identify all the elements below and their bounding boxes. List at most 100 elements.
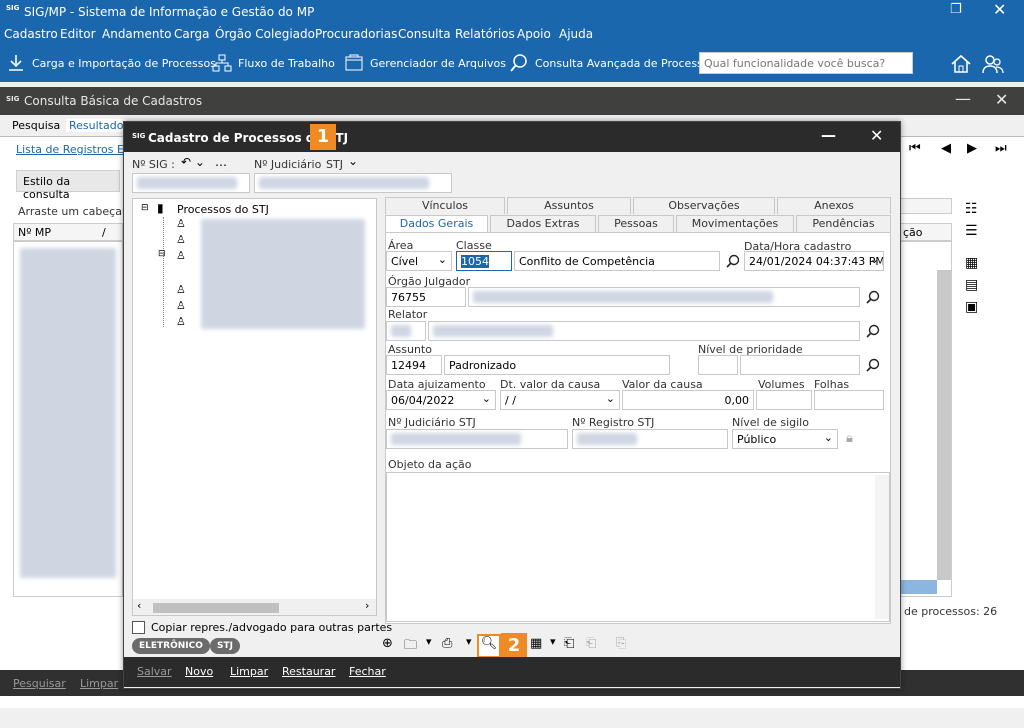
prev-page-icon[interactable]: ◀: [941, 141, 951, 156]
more-icon[interactable]: …: [215, 155, 227, 169]
print-icon[interactable]: ⎙: [442, 636, 452, 651]
prioridade-code-input[interactable]: [698, 355, 738, 375]
menu-apoio[interactable]: Apoio: [517, 27, 551, 41]
estilo-consulta-button[interactable]: Estilo da consulta: [16, 170, 120, 201]
relator-name-input[interactable]: [428, 321, 860, 341]
prioridade-desc-input[interactable]: [740, 355, 860, 375]
search-icon[interactable]: [866, 358, 880, 372]
folhas-input[interactable]: [814, 390, 884, 410]
menu-orgao-colegiado[interactable]: Órgão Colegiado: [215, 27, 315, 41]
carga-button[interactable]: Carga e Importação de Processos: [6, 44, 216, 82]
calendar-icon[interactable]: ▦: [530, 636, 542, 651]
add-process-icon[interactable]: ⊕: [382, 636, 393, 651]
nreg-stj-input[interactable]: [572, 429, 728, 449]
column-acao[interactable]: ção: [903, 226, 923, 239]
data-cadastro-input[interactable]: 24/01/2024 04:37:43 PM ⌄: [744, 251, 884, 271]
pesquisar-button[interactable]: Pesquisar: [13, 677, 66, 690]
scroll-left-icon[interactable]: ‹: [137, 599, 141, 612]
minimize-icon[interactable]: —: [821, 126, 836, 144]
menu-andamento[interactable]: Andamento: [102, 27, 172, 41]
tree-hscrollbar[interactable]: ‹ ›: [133, 599, 376, 615]
assunto-desc-input[interactable]: Padronizado: [444, 355, 670, 375]
volumes-input[interactable]: [756, 390, 812, 410]
tab-vinculos[interactable]: Vínculos: [385, 197, 505, 214]
close-icon[interactable]: ✕: [870, 126, 883, 145]
search-icon[interactable]: [866, 324, 880, 338]
column-nmp[interactable]: Nº MP: [18, 226, 51, 239]
classe-code-input[interactable]: 1054: [456, 251, 512, 271]
menu-cadastro[interactable]: Cadastro: [4, 27, 58, 41]
undo-icon[interactable]: ↶ ⌄: [181, 155, 205, 169]
tree-view-icon[interactable]: ☷: [965, 201, 978, 217]
salvar-button[interactable]: Salvar: [137, 665, 172, 678]
right-grid-body[interactable]: [900, 241, 952, 597]
tab-pendencias[interactable]: Pendências: [796, 215, 891, 232]
stack-icon[interactable]: ☰: [965, 223, 978, 239]
area-select[interactable]: Cível ⌄: [386, 251, 452, 271]
tree-root-label[interactable]: Processos do STJ: [177, 203, 269, 216]
classe-desc-input[interactable]: Conflito de Competência: [514, 251, 720, 271]
menu-procuradorias[interactable]: Procuradorias: [315, 27, 397, 41]
arquivos-button[interactable]: Gerenciador de Arquivos: [344, 44, 506, 82]
results-grid[interactable]: [13, 241, 123, 597]
tab-dados-gerais[interactable]: Dados Gerais: [385, 215, 488, 232]
search-icon[interactable]: [726, 254, 740, 268]
close-icon[interactable]: ✕: [995, 90, 1008, 109]
scroll-right-icon[interactable]: ›: [365, 599, 369, 612]
tab-resultado[interactable]: Resultado: [66, 119, 127, 132]
last-page-icon[interactable]: ⏭: [995, 141, 1007, 156]
next-page-icon[interactable]: ▶: [967, 141, 977, 156]
users-icon[interactable]: [982, 53, 1004, 75]
sigilo-select[interactable]: Público ⌄: [732, 429, 838, 449]
print-preview-icon[interactable]: ▣: [965, 299, 978, 315]
search-icon[interactable]: [866, 290, 880, 304]
orgao-desc-input[interactable]: [468, 287, 860, 307]
chevron-down-icon[interactable]: ⌄: [348, 154, 358, 168]
right-grid-scrollbar[interactable]: [937, 270, 951, 580]
tab-movimentacoes[interactable]: Movimentações: [676, 215, 794, 232]
textarea-scrollbar[interactable]: [875, 475, 889, 619]
report-icon[interactable]: ▤: [965, 277, 978, 293]
menu-editor[interactable]: Editor: [60, 27, 96, 41]
tree-collapse-icon[interactable]: ⊟: [141, 203, 149, 213]
njud-input[interactable]: [254, 173, 452, 193]
scroll-thumb[interactable]: [153, 603, 279, 613]
consulta-avancada-button[interactable]: Consulta Avançada de Processos: [509, 44, 715, 82]
copiar-checkbox[interactable]: [132, 621, 145, 634]
minimize-icon[interactable]: —: [955, 89, 971, 108]
chevron-down-icon[interactable]: ▾: [550, 635, 556, 648]
objeto-textarea[interactable]: [386, 472, 890, 622]
tree-collapse-icon[interactable]: ⊟: [158, 249, 166, 259]
folder-icon[interactable]: 🗀︎: [404, 636, 417, 658]
document-lock-icon[interactable]: ⎗: [564, 636, 574, 651]
fechar-button[interactable]: Fechar: [349, 665, 386, 678]
menu-carga[interactable]: Carga: [174, 27, 209, 41]
fluxo-button[interactable]: Fluxo de Trabalho: [212, 44, 335, 82]
chevron-down-icon[interactable]: ▾: [426, 635, 432, 648]
tab-anexos[interactable]: Anexos: [777, 197, 891, 214]
njud-stj-select[interactable]: STJ: [326, 158, 343, 171]
relator-code-input[interactable]: [386, 321, 426, 341]
menu-ajuda[interactable]: Ajuda: [559, 27, 593, 41]
lista-registros-link[interactable]: Lista de Registros En: [16, 143, 131, 156]
tab-assuntos[interactable]: Assuntos: [507, 197, 631, 214]
njud-stj-input[interactable]: [386, 429, 568, 449]
dt-valor-input[interactable]: / / ⌄: [500, 390, 620, 410]
restaurar-button[interactable]: Restaurar: [282, 665, 335, 678]
chevron-down-icon[interactable]: ▾: [466, 635, 472, 648]
first-page-icon[interactable]: ⏮: [909, 141, 921, 156]
home-icon[interactable]: [950, 53, 972, 75]
orgao-code-input[interactable]: 76755: [386, 287, 466, 307]
menu-relatorios[interactable]: Relatórios: [455, 27, 515, 41]
highlighted-action-button[interactable]: 🔍︎: [477, 634, 501, 658]
grid-icon[interactable]: ▦: [965, 255, 978, 271]
selected-row[interactable]: [901, 580, 937, 594]
assunto-code-input[interactable]: 12494: [386, 355, 442, 375]
tab-pesquisa[interactable]: Pesquisa: [12, 119, 60, 132]
novo-button[interactable]: Novo: [185, 665, 213, 678]
menu-consulta[interactable]: Consulta: [398, 27, 451, 41]
nsig-input[interactable]: [132, 173, 250, 193]
tab-pessoas[interactable]: Pessoas: [598, 215, 674, 232]
limpar-button[interactable]: Limpar: [230, 665, 268, 678]
tab-observacoes[interactable]: Observações: [633, 197, 775, 214]
